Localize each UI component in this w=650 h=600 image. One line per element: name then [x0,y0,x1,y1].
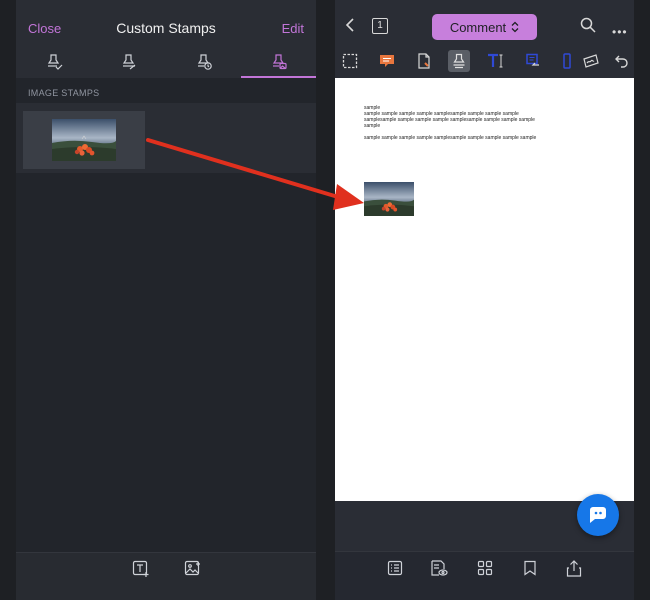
chat-bubble-icon [590,507,606,523]
page-title: Custom Stamps [116,20,216,36]
image-stamp-item[interactable] [23,111,145,169]
select-rect-tool[interactable] [339,50,361,72]
note-tool[interactable] [376,50,398,72]
stamp-tool[interactable] [448,50,470,72]
callout-icon [526,53,539,66]
pdf-viewer-panel: 1 Comment ••• sample sample sample sampl… [335,0,634,600]
stamp-icon [453,53,465,69]
share-icon[interactable] [566,560,582,577]
shape-tool[interactable] [555,50,577,72]
comment-mode-label: Comment [449,19,507,35]
thumbnails-icon[interactable] [477,560,493,576]
file-attach-tool[interactable] [413,50,435,72]
text-box-tool[interactable] [485,50,507,72]
stamp-image-icon [272,54,287,70]
stamp-time-icon [197,54,212,70]
outline-icon[interactable] [387,560,403,576]
undo-tool[interactable] [610,50,632,72]
section-label: IMAGE STAMPS [28,88,100,98]
back-chevron-icon[interactable] [343,17,357,33]
stamps-bottom-bar [16,552,316,600]
select-rect-icon [342,53,358,69]
image-stamp-thumbnail [52,119,116,161]
comment-mode-button[interactable]: Comment [432,14,537,40]
pdf-page[interactable]: sample sample sample sample sample sampl… [335,78,634,501]
text-box-icon [488,53,503,68]
search-icon[interactable] [580,17,596,33]
signature-icon [583,54,599,68]
shape-icon [563,53,571,69]
stamps-header: Close Custom Stamps Edit [16,0,316,78]
add-image-stamp-icon[interactable] [184,560,202,578]
app-screen: Close Custom Stamps Edit IMAGE STAMPS 1 … [0,0,650,600]
undo-icon [615,55,628,68]
page-number-indicator[interactable]: 1 [372,18,388,34]
bookmark-icon[interactable] [523,560,537,576]
note-icon [380,55,394,67]
signature-tool[interactable] [580,50,602,72]
viewer-top-bar: 1 Comment ••• [335,0,634,44]
stamp-category-tabs [16,48,316,78]
placed-image-stamp[interactable] [364,182,414,216]
edit-button[interactable]: Edit [282,21,304,36]
add-text-stamp-icon[interactable] [132,560,150,578]
custom-stamps-panel: Close Custom Stamps Edit IMAGE STAMPS [16,0,316,600]
callout-tool[interactable] [522,50,544,72]
document-text-line: samplesample sample sample sample sample… [364,117,535,123]
annotation-toolbar [335,44,634,78]
stamp-check-icon [47,54,62,70]
file-attach-icon [418,53,430,69]
reader-mode-icon[interactable] [430,560,448,576]
stamp-sign-icon [122,54,135,70]
more-options-icon[interactable]: ••• [612,25,628,39]
assistant-fab-button[interactable] [577,494,619,536]
tab-stamp-check[interactable] [16,48,91,78]
tab-stamp-sign[interactable] [91,48,166,78]
tab-stamp-time[interactable] [166,48,241,78]
document-text-line: sample [364,123,381,129]
tab-stamp-image[interactable] [241,48,316,78]
chevron-up-down-icon [511,21,519,33]
document-text-line: sample sample sample sample samplesample… [364,135,537,141]
